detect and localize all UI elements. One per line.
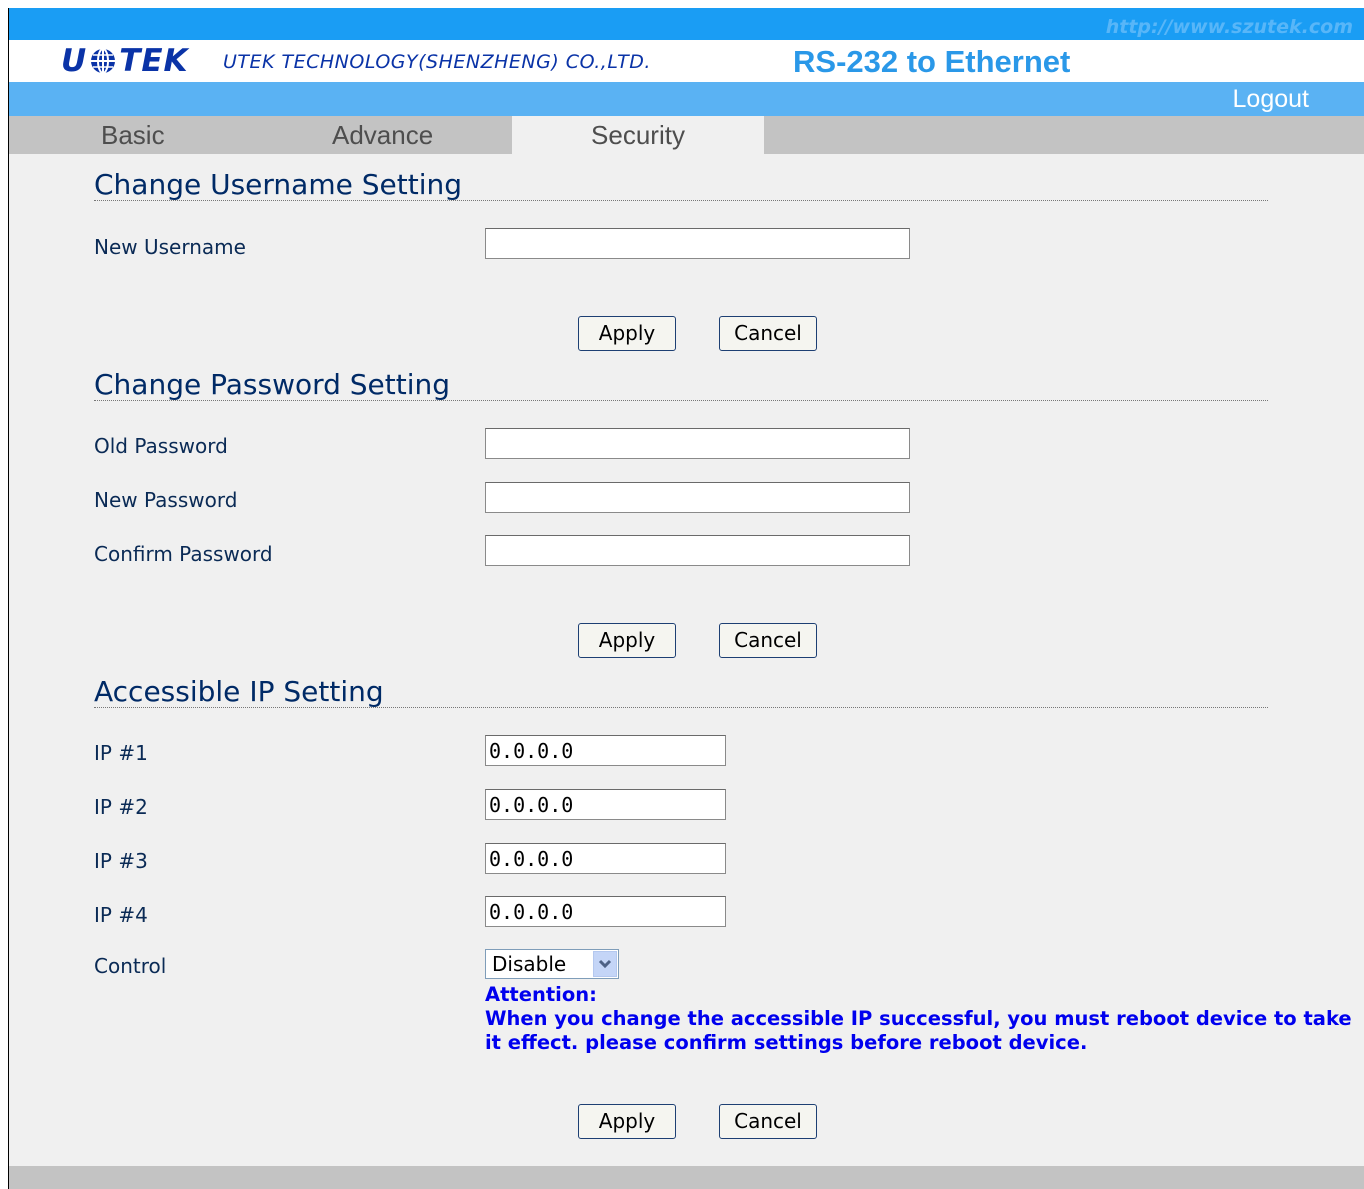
section-divider — [94, 200, 1268, 201]
new-password-input[interactable] — [485, 482, 910, 513]
tab-advance[interactable]: Advance — [332, 116, 433, 154]
ip3-input[interactable] — [485, 843, 726, 874]
tab-basic[interactable]: Basic — [101, 116, 165, 154]
logo-text-left: U — [61, 43, 88, 79]
password-section-title: Change Password Setting — [94, 368, 451, 401]
company-logo: U TEK — [61, 43, 189, 79]
attention-title: Attention: — [485, 983, 597, 1006]
confirm-password-input[interactable] — [485, 535, 910, 566]
new-username-label: New Username — [94, 235, 246, 259]
attention-line-1: When you change the accessible IP succes… — [485, 1007, 1352, 1030]
confirm-password-label: Confirm Password — [94, 542, 273, 566]
ip-apply-button[interactable]: Apply — [578, 1104, 676, 1139]
site-url[interactable]: http://www.szutek.com — [1106, 16, 1353, 38]
ip2-label: IP #2 — [94, 795, 148, 819]
brand-bar: U TEK UTEK TECHNOLOGY(SHENZHENG) CO.,LTD… — [9, 40, 1364, 82]
ip2-input[interactable] — [485, 789, 726, 820]
control-label: Control — [94, 954, 167, 978]
tab-security[interactable]: Security — [512, 116, 764, 154]
ip4-input[interactable] — [485, 896, 726, 927]
footer-bar — [9, 1166, 1364, 1189]
control-select-value: Disable — [492, 952, 567, 976]
top-bar: http://www.szutek.com — [9, 8, 1364, 40]
old-password-input[interactable] — [485, 428, 910, 459]
new-username-input[interactable] — [485, 228, 910, 259]
old-password-label: Old Password — [94, 434, 228, 458]
page-frame: http://www.szutek.com U TEK UTEK TECHNOL… — [8, 8, 1364, 1189]
section-divider — [94, 707, 1268, 708]
username-apply-button[interactable]: Apply — [578, 316, 676, 351]
company-name: UTEK TECHNOLOGY(SHENZHENG) CO.,LTD. — [223, 51, 651, 73]
attention-note: Attention: When you change the accessibl… — [485, 983, 1352, 1055]
product-title: RS-232 to Ethernet — [793, 44, 1071, 79]
attention-line-2: it effect. please confirm settings befor… — [485, 1031, 1088, 1054]
new-password-label: New Password — [94, 488, 238, 512]
logo-text-right: TEK — [119, 43, 189, 79]
logout-bar: Logout — [9, 82, 1364, 116]
ip1-label: IP #1 — [94, 741, 148, 765]
password-apply-button[interactable]: Apply — [578, 623, 676, 658]
globe-icon — [91, 48, 116, 74]
username-cancel-button[interactable]: Cancel — [719, 316, 817, 351]
control-select[interactable]: Disable — [485, 949, 619, 979]
tab-bar: Basic Advance Security — [9, 116, 1364, 154]
chevron-down-icon[interactable] — [593, 951, 617, 977]
main-content: Change Username Setting New Username App… — [9, 154, 1364, 1166]
ip1-input[interactable] — [485, 735, 726, 766]
ip3-label: IP #3 — [94, 849, 148, 873]
ip-section-title: Accessible IP Setting — [94, 675, 384, 708]
ip4-label: IP #4 — [94, 903, 148, 927]
logout-link[interactable]: Logout — [1233, 85, 1309, 114]
ip-cancel-button[interactable]: Cancel — [719, 1104, 817, 1139]
password-cancel-button[interactable]: Cancel — [719, 623, 817, 658]
section-divider — [94, 400, 1268, 401]
username-section-title: Change Username Setting — [94, 168, 462, 201]
